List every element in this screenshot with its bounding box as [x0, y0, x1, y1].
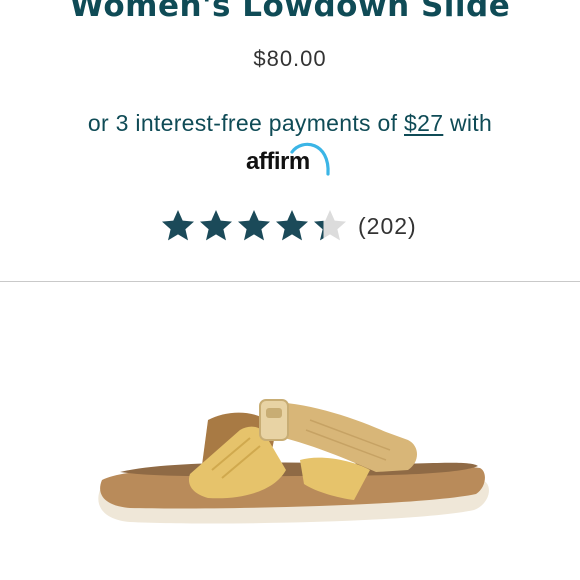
product-rating[interactable]: (202) [160, 206, 417, 246]
star-rating [160, 208, 348, 244]
section-divider [0, 281, 580, 282]
affirm-logo-text: affirm [246, 148, 310, 175]
star-icon [238, 210, 270, 241]
review-count[interactable]: (202) [358, 213, 417, 240]
financing-suffix: with [443, 110, 493, 136]
star-icon [314, 210, 346, 241]
installment-amount-link[interactable]: $27 [404, 110, 443, 136]
financing-prefix: or 3 interest-free payments of [87, 110, 405, 136]
star-icon [276, 210, 308, 241]
financing-message: or 3 interest-free payments of $27 with [0, 110, 580, 137]
star-icon [200, 210, 232, 241]
product-title: Women's Lowdown Slide [69, 0, 511, 24]
sandal-buckle-slot [266, 408, 282, 418]
sandal-product-image[interactable] [90, 380, 500, 540]
star-icon [162, 210, 194, 241]
affirm-logo[interactable]: affirm [246, 140, 336, 178]
product-price: $80.00 [253, 46, 327, 71]
sandal-buckle [259, 399, 289, 441]
